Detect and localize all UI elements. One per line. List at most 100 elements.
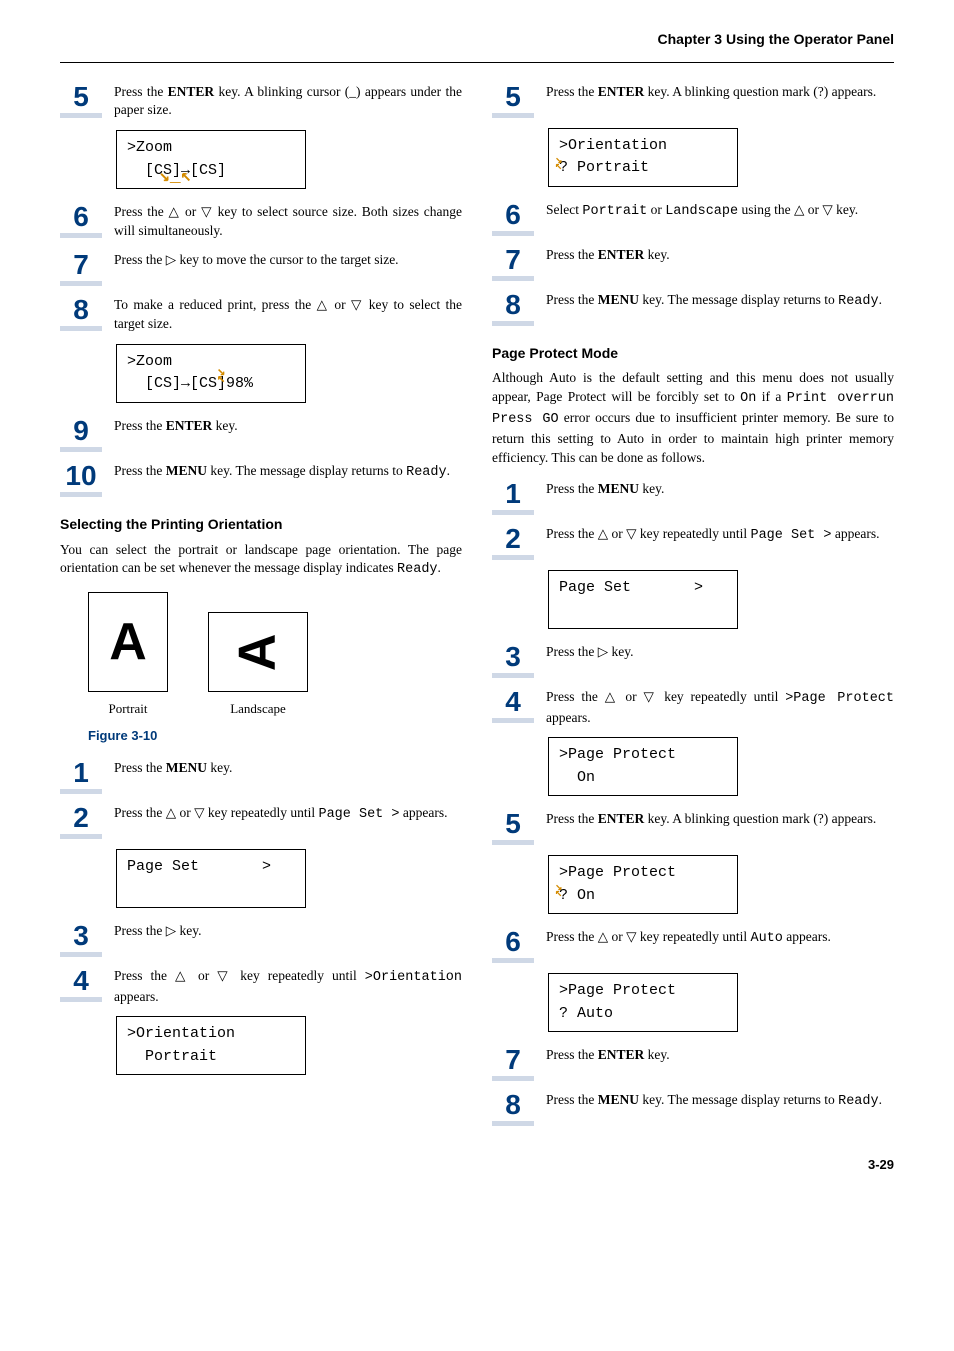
step-text: Press the ▷ key to move the cursor to th… — [114, 251, 462, 270]
lcd-display: >Page Protect On — [548, 737, 738, 796]
step-number: 7 — [505, 1046, 521, 1074]
lcd-display: >Page Protect ? Auto — [548, 973, 738, 1032]
step-text: Press the △ or ▽ key repeatedly until Pa… — [114, 804, 462, 825]
step-number: 10 — [65, 462, 96, 490]
lcd-line1: >Orientation — [127, 1023, 295, 1046]
step-number: 6 — [505, 201, 521, 229]
step-text: Press the △ or ▽ key repeatedly until >P… — [546, 688, 894, 728]
step-number: 6 — [73, 203, 89, 231]
lcd-display: >Zoom [CS]→[CS] ↘_↖ — [116, 130, 306, 189]
step-text: Press the MENU key. The message display … — [114, 462, 462, 483]
subheading-pageprotect: Page Protect Mode — [492, 344, 894, 364]
pp-step-8: 8 Press the MENU key. The message displa… — [492, 1091, 894, 1126]
step-9: 9 Press the ENTER key. — [60, 417, 462, 452]
pp-step-7: 7 Press the ENTER key. — [492, 1046, 894, 1081]
orient-step-2: 2 Press the △ or ▽ key repeatedly until … — [60, 804, 462, 839]
step-number: 8 — [73, 296, 89, 324]
lcd-line2 — [127, 878, 295, 901]
step-number: 5 — [505, 810, 521, 838]
step-text: Press the ENTER key. A blinking cursor (… — [114, 83, 462, 121]
step-text: Press the ENTER key. — [114, 417, 462, 436]
r-step-8: 8 Press the MENU key. The message displa… — [492, 291, 894, 326]
step-number: 1 — [505, 480, 521, 508]
step-number: 5 — [73, 83, 89, 111]
step-text: Press the △ or ▽ key to select source si… — [114, 203, 462, 241]
lcd-display: >Orientation ? Portrait ↘↖ — [548, 128, 738, 187]
lcd-display: Page Set > — [548, 570, 738, 629]
orient-step-3: 3 Press the ▷ key. — [60, 922, 462, 957]
step-number: 2 — [505, 525, 521, 553]
step-text: Press the MENU key. — [546, 480, 894, 499]
lcd-display: >Page Protect ? On ↘↖ — [548, 855, 738, 914]
lcd-line2: [CS]→[CS] — [127, 160, 295, 183]
step-text: Press the ▷ key. — [546, 643, 894, 662]
lcd-line2: ? On — [559, 885, 727, 908]
lcd-line1: >Orientation — [559, 135, 727, 158]
landscape-label: Landscape — [208, 700, 308, 718]
lcd-display: >Orientation Portrait — [116, 1016, 306, 1075]
lcd-line1: Page Set > — [127, 856, 295, 879]
step-number: 7 — [505, 246, 521, 274]
lcd-display: Page Set > — [116, 849, 306, 908]
landscape-icon: A — [208, 612, 308, 692]
lcd-line2: On — [559, 767, 727, 790]
step-10: 10 Press the MENU key. The message displ… — [60, 462, 462, 497]
step-text: Press the △ or ▽ key repeatedly until >O… — [114, 967, 462, 1007]
step-text: Select Portrait or Landscape using the △… — [546, 201, 894, 222]
pp-step-3: 3 Press the ▷ key. — [492, 643, 894, 678]
blink-cursor-icon: ↘_↖ — [159, 173, 191, 182]
lcd-line1: >Page Protect — [559, 862, 727, 885]
body-text: You can select the portrait or landscape… — [60, 541, 462, 581]
step-text: Press the MENU key. — [114, 759, 462, 778]
figure-caption: Figure 3-10 — [88, 727, 462, 745]
step-number: 5 — [505, 83, 521, 111]
step-number: 8 — [505, 291, 521, 319]
orient-step-1: 1 Press the MENU key. — [60, 759, 462, 794]
blink-cursor-icon: ↘↖ — [555, 157, 562, 169]
left-column: 5 Press the ENTER key. A blinking cursor… — [60, 83, 462, 1137]
step-text: Press the ENTER key. — [546, 1046, 894, 1065]
orient-step-4: 4 Press the △ or ▽ key repeatedly until … — [60, 967, 462, 1007]
lcd-line1: Page Set > — [559, 577, 727, 600]
step-number: 2 — [73, 804, 89, 832]
step-text: To make a reduced print, press the △ or … — [114, 296, 462, 334]
r-step-7: 7 Press the ENTER key. — [492, 246, 894, 281]
step-text: Press the MENU key. The message display … — [546, 291, 894, 312]
step-text: Press the ENTER key. — [546, 246, 894, 265]
r-step-6: 6 Select Portrait or Landscape using the… — [492, 201, 894, 236]
body-text: Although Auto is the default setting and… — [492, 369, 894, 467]
step-7: 7 Press the ▷ key to move the cursor to … — [60, 251, 462, 286]
lcd-line1: >Zoom — [127, 351, 295, 374]
lcd-line2 — [559, 599, 727, 622]
step-number: 1 — [73, 759, 89, 787]
pp-step-2: 2 Press the △ or ▽ key repeatedly until … — [492, 525, 894, 560]
step-number: 6 — [505, 928, 521, 956]
blink-cursor-icon: ↘↖ — [217, 369, 225, 383]
step-text: Press the ENTER key. A blinking question… — [546, 83, 894, 102]
step-number: 8 — [505, 1091, 521, 1119]
r-step-5: 5 Press the ENTER key. A blinking questi… — [492, 83, 894, 118]
step-text: Press the △ or ▽ key repeatedly until Au… — [546, 928, 894, 949]
lcd-line1: >Zoom — [127, 137, 295, 160]
pp-step-6: 6 Press the △ or ▽ key repeatedly until … — [492, 928, 894, 963]
step-5: 5 Press the ENTER key. A blinking cursor… — [60, 83, 462, 121]
right-column: 5 Press the ENTER key. A blinking questi… — [492, 83, 894, 1137]
blink-cursor-icon: ↘↖ — [555, 884, 562, 896]
lcd-line1: >Page Protect — [559, 744, 727, 767]
lcd-line2: [CS]→[CS]98% — [127, 373, 295, 396]
portrait-label: Portrait — [88, 700, 168, 718]
chapter-header: Chapter 3 Using the Operator Panel — [60, 30, 894, 50]
two-column-layout: 5 Press the ENTER key. A blinking cursor… — [60, 83, 894, 1137]
step-text: Press the △ or ▽ key repeatedly until Pa… — [546, 525, 894, 546]
step-text: Press the ENTER key. A blinking question… — [546, 810, 894, 829]
lcd-line2: ? Auto — [559, 1003, 727, 1026]
step-number: 3 — [505, 643, 521, 671]
step-number: 4 — [505, 688, 521, 716]
step-8: 8 To make a reduced print, press the △ o… — [60, 296, 462, 334]
step-6: 6 Press the △ or ▽ key to select source … — [60, 203, 462, 241]
step-text: Press the ▷ key. — [114, 922, 462, 941]
step-number: 4 — [73, 967, 89, 995]
step-number: 7 — [73, 251, 89, 279]
portrait-icon: A — [88, 592, 168, 692]
pp-step-1: 1 Press the MENU key. — [492, 480, 894, 515]
